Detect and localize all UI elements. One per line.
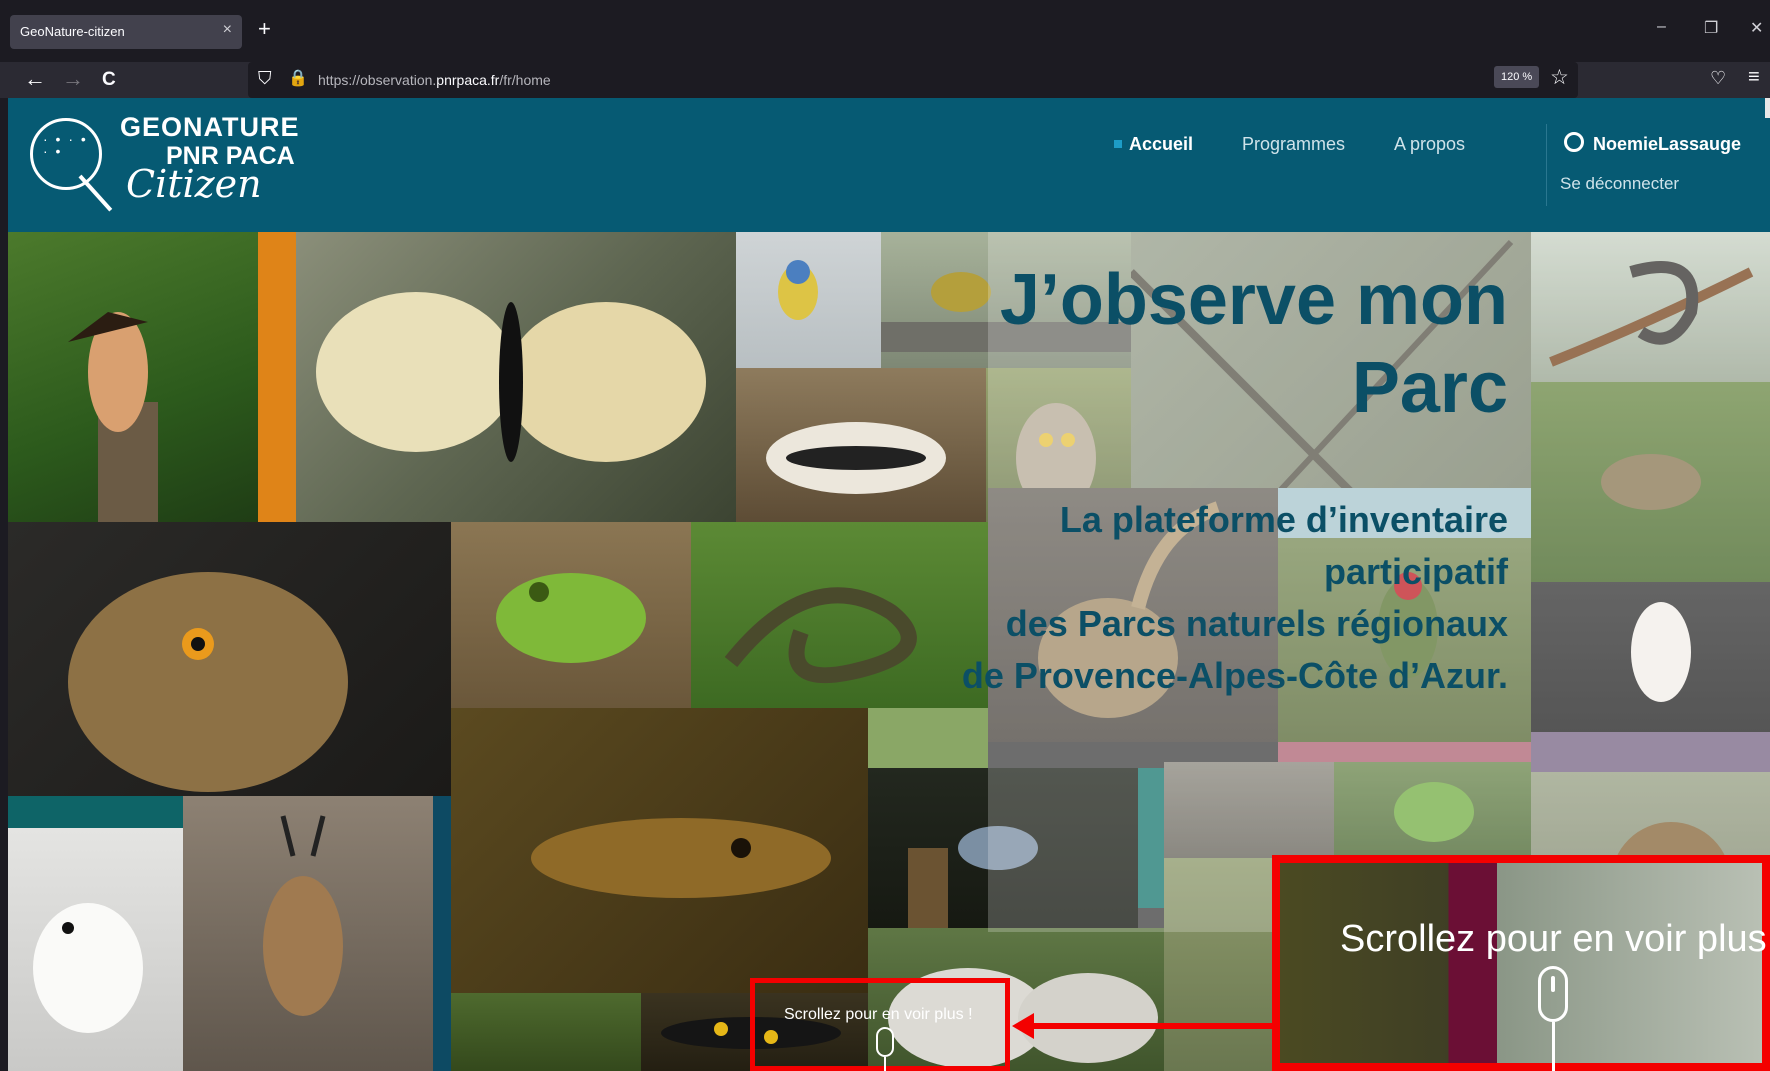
user-divider (1546, 124, 1547, 206)
minimize-icon[interactable]: – (1657, 18, 1666, 36)
mouse-scroll-line (884, 1057, 886, 1071)
zoomed-mouse-wheel (1551, 976, 1555, 992)
active-nav-indicator (1114, 140, 1122, 148)
url-bar[interactable]: ⛉ 🔒 https://observation.pnrpaca.fr/fr/ho… (248, 62, 1578, 98)
callout-arrow-line (1030, 1023, 1272, 1029)
photo-eagle-owl (8, 522, 451, 796)
photo-lizard (451, 708, 868, 993)
lock-icon[interactable]: 🔒 (288, 68, 308, 88)
logout-link[interactable]: Se déconnecter (1560, 174, 1679, 194)
callout-arrow-head (1012, 1013, 1034, 1039)
zoomed-mouse-line (1552, 1022, 1555, 1071)
nav-accueil[interactable]: Accueil (1129, 134, 1193, 155)
user-name[interactable]: NoemieLassauge (1593, 134, 1741, 155)
back-icon[interactable]: ← (24, 66, 46, 92)
logo-citizen: Citizen (126, 162, 262, 206)
zoom-level[interactable]: 120 % (1494, 66, 1540, 88)
browser-tab-bar: GeoNature-citizen × + – ❐ ✕ (0, 0, 1770, 62)
logo-geonature: GEONATURE (120, 112, 300, 142)
site-header: · • · • · • GEONATURE PNR PACA Citizen A… (8, 98, 1770, 232)
bookmark-star-icon[interactable]: ☆ (1550, 65, 1569, 90)
photo-chamois (183, 796, 433, 1071)
magnifier-logo-icon: · • · • · • (30, 118, 102, 190)
menu-icon[interactable]: ≡ (1748, 66, 1760, 89)
close-tab-icon[interactable]: × (223, 21, 232, 39)
mouse-scroll-icon (876, 1027, 894, 1057)
zoomed-scroll-hint-text: Scrollez pour en voir plus (1340, 918, 1767, 960)
restore-icon[interactable]: ❐ (1704, 18, 1718, 38)
forward-icon[interactable]: → (62, 66, 84, 92)
browser-tab[interactable]: GeoNature-citizen × (10, 15, 242, 49)
photo-tree-frog (451, 522, 691, 708)
tab-title: GeoNature-citizen (20, 24, 125, 39)
hero-title: J’observe mon Parc (999, 260, 1508, 428)
nav-programmes[interactable]: Programmes (1242, 134, 1345, 155)
photo-orange-strip (258, 232, 296, 522)
magnifier-handle (78, 174, 113, 212)
user-account-icon[interactable] (1564, 132, 1584, 152)
photo-navy-strip (433, 796, 451, 1071)
scroll-hint-text[interactable]: Scrollez pour en voir plus ! (784, 1006, 973, 1024)
nav-a-propos[interactable]: A propos (1394, 134, 1465, 155)
tracking-shield-icon[interactable]: ⛉ (258, 68, 272, 89)
zoomed-mouse-scroll-icon (1538, 966, 1568, 1022)
url-text[interactable]: https://observation.pnrpaca.fr/fr/home (318, 72, 551, 88)
hero-subtitle: La plateforme d’inventaire participatif … (961, 499, 1508, 696)
zoomed-callout-box (1272, 855, 1770, 1071)
photo-bluetit (736, 232, 881, 368)
new-tab-icon[interactable]: + (258, 16, 271, 42)
reload-icon[interactable]: C (102, 69, 116, 91)
photo-green-strip (868, 708, 988, 768)
photo-butterfly (296, 232, 736, 522)
scroll-hint-highlight-box (750, 978, 1010, 1071)
page-scrollbar[interactable] (1765, 98, 1770, 118)
pocket-icon[interactable]: ♡ (1710, 68, 1726, 89)
close-window-icon[interactable]: ✕ (1750, 18, 1763, 38)
photo-teal-block (8, 796, 183, 828)
photo-fox (451, 993, 641, 1071)
photo-hoopoe (8, 232, 258, 522)
photo-ptarmigan (8, 828, 183, 1071)
